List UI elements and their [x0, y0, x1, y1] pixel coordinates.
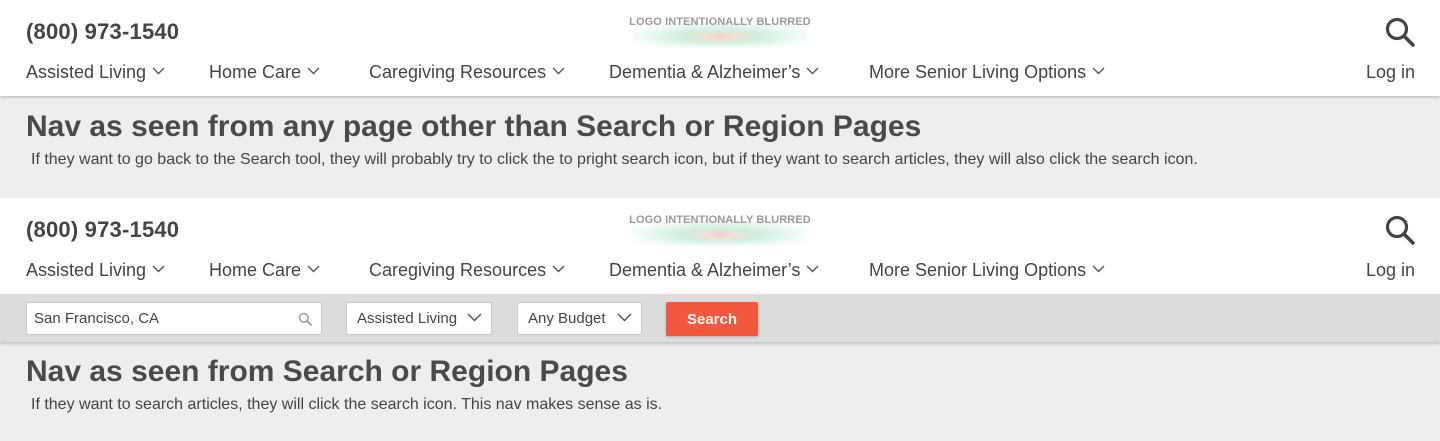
annotation-text: If they want to search articles, they wi…	[31, 396, 663, 413]
location-input[interactable]	[27, 303, 289, 334]
menu-item-home-care[interactable]: Home Care	[209, 62, 320, 83]
main-menu: Assisted Living Home Care Caregiving Res…	[0, 62, 1440, 90]
menu-item-caregiving-resources[interactable]: Caregiving Resources	[369, 260, 565, 281]
menu-item-label: Home Care	[209, 260, 302, 280]
menu-item-label: Caregiving Resources	[369, 62, 547, 82]
logo-placeholder-text: LOGO INTENTIONALLY BLURRED	[629, 16, 811, 28]
menu-item-label: Assisted Living	[26, 62, 147, 82]
main-menu: Assisted Living Home Care Caregiving Res…	[0, 260, 1440, 288]
annotation-title: Nav as seen from Search or Region Pages	[26, 355, 628, 388]
site-nav-default: (800) 973-1540 LOGO INTENTIONALLY BLURRE…	[0, 0, 1440, 96]
menu-item-label: Assisted Living	[26, 260, 147, 280]
chevron-down-icon	[806, 67, 819, 75]
chevron-down-icon	[617, 313, 632, 322]
site-nav-search-pages: (800) 973-1540 LOGO INTENTIONALLY BLURRE…	[0, 198, 1440, 294]
search-icon[interactable]	[1384, 16, 1416, 48]
budget-value: Any Budget	[528, 310, 606, 327]
menu-item-dementia-alzheimers[interactable]: Dementia & Alzheimer’s	[609, 260, 819, 281]
chevron-down-icon	[806, 265, 819, 273]
menu-item-home-care[interactable]: Home Care	[209, 260, 320, 281]
site-logo[interactable]: LOGO INTENTIONALLY BLURRED	[620, 210, 820, 246]
search-icon[interactable]	[298, 312, 312, 326]
search-button[interactable]: Search	[666, 302, 758, 336]
menu-item-dementia-alzheimers[interactable]: Dementia & Alzheimer’s	[609, 62, 819, 83]
chevron-down-icon	[1092, 67, 1105, 75]
care-type-select[interactable]: Assisted Living	[346, 302, 492, 335]
search-icon[interactable]	[1384, 214, 1416, 246]
site-logo[interactable]: LOGO INTENTIONALLY BLURRED	[620, 12, 820, 48]
chevron-down-icon	[467, 313, 482, 322]
chevron-down-icon	[1092, 265, 1105, 273]
menu-item-assisted-living[interactable]: Assisted Living	[26, 260, 165, 281]
menu-item-assisted-living[interactable]: Assisted Living	[26, 62, 165, 83]
menu-item-more-options[interactable]: More Senior Living Options	[869, 260, 1105, 281]
login-link[interactable]: Log in	[1366, 260, 1415, 281]
menu-item-label: Home Care	[209, 62, 302, 82]
login-link[interactable]: Log in	[1366, 62, 1415, 83]
chevron-down-icon	[307, 67, 320, 75]
care-type-value: Assisted Living	[357, 310, 458, 327]
menu-item-label: Caregiving Resources	[369, 260, 547, 280]
menu-item-label: More Senior Living Options	[869, 260, 1087, 280]
menu-item-label: Dementia & Alzheimer’s	[609, 62, 801, 82]
annotation-text: If they want to go back to the Search to…	[31, 151, 1198, 168]
menu-item-caregiving-resources[interactable]: Caregiving Resources	[369, 62, 565, 83]
phone-number[interactable]: (800) 973-1540	[26, 19, 179, 45]
phone-number[interactable]: (800) 973-1540	[26, 217, 179, 243]
chevron-down-icon	[152, 265, 165, 273]
chevron-down-icon	[552, 67, 565, 75]
menu-item-label: Dementia & Alzheimer’s	[609, 260, 801, 280]
location-search-field[interactable]	[26, 302, 322, 335]
chevron-down-icon	[152, 67, 165, 75]
logo-placeholder-text: LOGO INTENTIONALLY BLURRED	[629, 214, 811, 226]
annotation-default-nav: Nav as seen from any page other than Sea…	[0, 96, 1440, 198]
menu-item-label: More Senior Living Options	[869, 62, 1087, 82]
menu-item-more-options[interactable]: More Senior Living Options	[869, 62, 1105, 83]
annotation-title: Nav as seen from any page other than Sea…	[26, 110, 922, 143]
chevron-down-icon	[307, 265, 320, 273]
annotation-search-nav: Nav as seen from Search or Region Pages …	[0, 342, 1440, 441]
budget-select[interactable]: Any Budget	[517, 302, 642, 335]
chevron-down-icon	[552, 265, 565, 273]
